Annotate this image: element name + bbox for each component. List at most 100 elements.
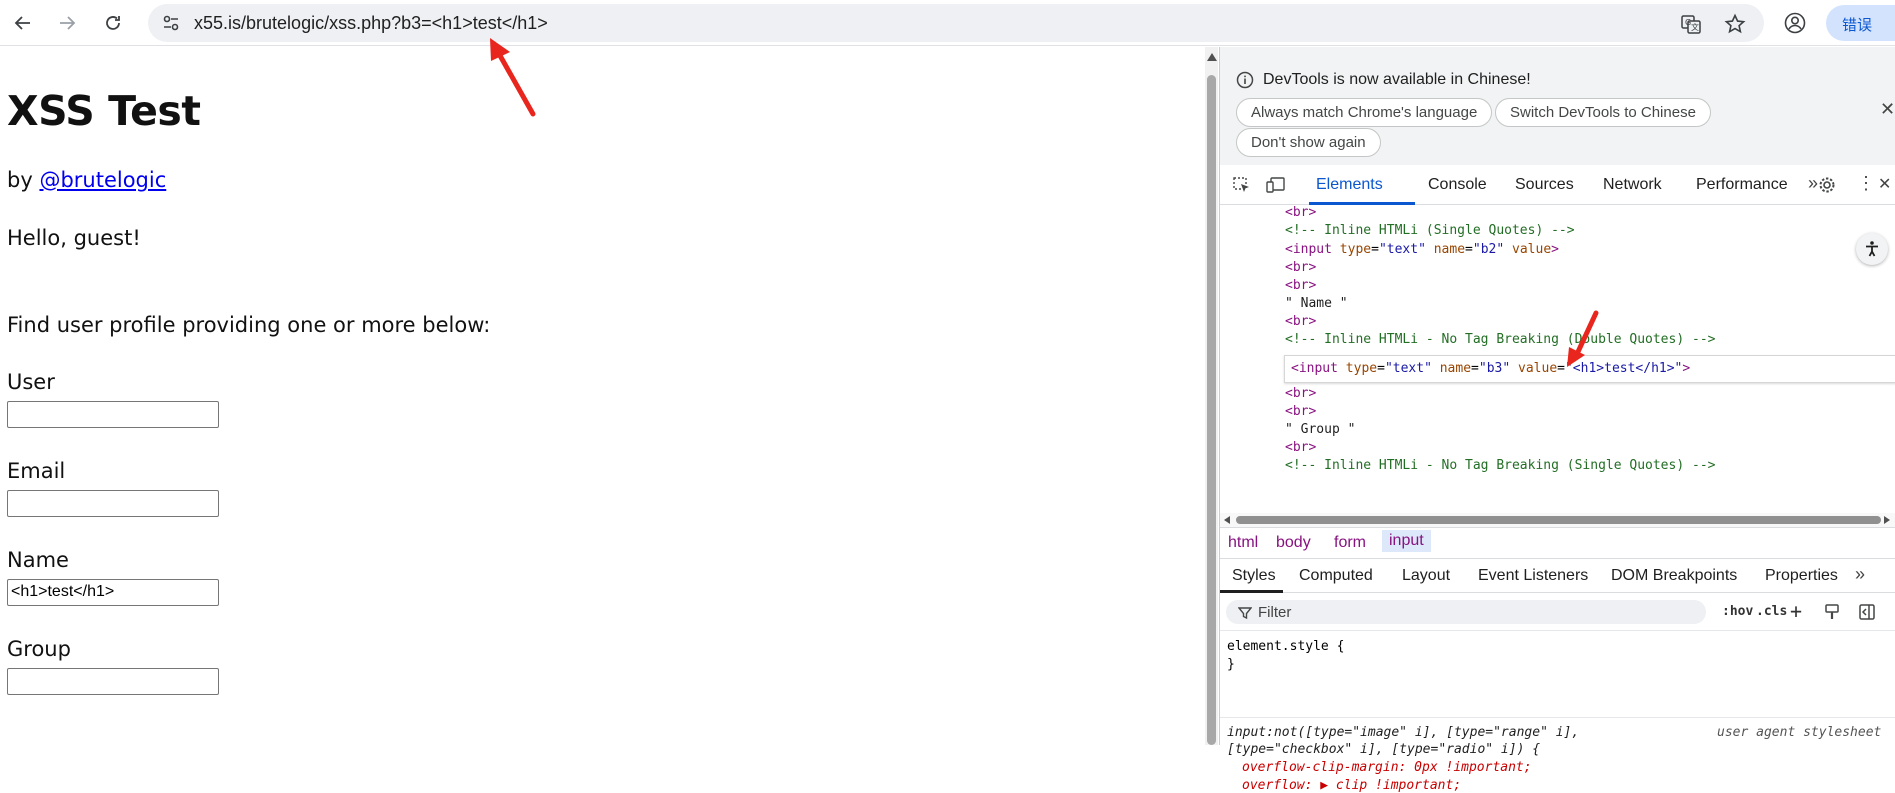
reload-icon (106, 16, 120, 30)
dom-horizontal-scrollbar[interactable] (1220, 513, 1895, 527)
more-panels-chevron-icon[interactable]: » (1855, 564, 1865, 585)
group-input[interactable] (7, 668, 219, 695)
ua-rule-selector-cont[interactable]: [type="checkbox" i], [type="radio" i]) { (1227, 742, 1540, 757)
error-button[interactable]: 错误 (1826, 5, 1895, 41)
site-info-icon[interactable] (162, 14, 180, 32)
more-options-icon[interactable]: ⋮ (1857, 173, 1875, 194)
annotation-arrow-url-icon (490, 38, 536, 117)
svg-text:文: 文 (1691, 22, 1699, 32)
instruction-text: Find user profile providing one or more … (7, 313, 491, 337)
dom-input-b2[interactable]: <input type="text" name="b2" value> (1285, 242, 1559, 257)
dom-tag-close: > (1682, 361, 1691, 376)
url-path: /brutelogic/xss.php?b3=<h1>test</h1> (241, 13, 548, 33)
dom-scroll-thumb[interactable] (1236, 516, 1881, 524)
breadcrumb-html[interactable]: html (1228, 534, 1258, 552)
device-toolbar-icon[interactable] (1266, 176, 1286, 194)
filter-input[interactable] (1226, 600, 1706, 624)
paint-brush-icon[interactable] (1823, 603, 1841, 621)
user-input[interactable] (7, 401, 219, 428)
dom-attr-name: name (1433, 242, 1466, 257)
new-style-rule-icon[interactable]: + (1790, 599, 1802, 623)
dom-br[interactable]: <br> (1285, 205, 1316, 220)
dom-tree: <br> <!-- Inline HTMLi (Single Quotes) -… (1220, 205, 1895, 513)
dom-br[interactable]: <br> (1285, 386, 1316, 401)
dom-br[interactable]: <br> (1285, 260, 1316, 275)
tab-layout[interactable]: Layout (1402, 567, 1450, 585)
match-language-button[interactable]: Always match Chrome's language (1236, 98, 1493, 127)
cls-toggle[interactable]: .cls (1756, 604, 1787, 619)
hov-toggle[interactable]: :hov (1722, 604, 1753, 619)
toggle-sidebar-icon[interactable] (1858, 603, 1876, 621)
dom-br[interactable]: <br> (1285, 278, 1316, 293)
dom-br[interactable]: <br> (1285, 404, 1316, 419)
tab-performance[interactable]: Performance (1696, 176, 1788, 194)
dom-text-node[interactable]: " Name " (1285, 296, 1348, 311)
url-text[interactable]: x55.is/brutelogic/xss.php?b3=<h1>test</h… (194, 13, 548, 34)
scroll-up-arrow-icon[interactable] (1207, 53, 1217, 61)
filter-placeholder: Filter (1258, 604, 1292, 621)
dom-comment[interactable]: <!-- Inline HTMLi - No Tag Breaking (Sin… (1285, 458, 1715, 473)
dom-comment[interactable]: <!-- Inline HTMLi - No Tag Breaking (Dou… (1285, 332, 1715, 347)
tab-dom-breakpoints[interactable]: DOM Breakpoints (1611, 567, 1737, 585)
scroll-right-arrow-icon[interactable] (1884, 516, 1890, 524)
dom-attr-value: value (1512, 242, 1552, 257)
dom-comment[interactable]: <!-- Inline HTMLi (Single Quotes) --> (1285, 223, 1575, 238)
scroll-left-arrow-icon[interactable] (1224, 516, 1230, 524)
tab-properties[interactable]: Properties (1765, 567, 1838, 585)
name-input[interactable]: <h1>test</h1> (7, 579, 219, 606)
page-viewport: XSS Test by @brutelogic Hello, guest! Fi… (0, 47, 1205, 745)
dom-attr-type: type (1345, 361, 1378, 376)
tab-styles[interactable]: Styles (1232, 567, 1276, 585)
breadcrumb-form[interactable]: form (1334, 534, 1366, 552)
tab-elements[interactable]: Elements (1316, 176, 1383, 194)
ua-prop-overflow-clip-margin[interactable]: overflow-clip-margin: 0px !important; (1242, 760, 1532, 775)
tab-event-listeners[interactable]: Event Listeners (1478, 567, 1588, 585)
breadcrumb-input[interactable]: input (1382, 530, 1431, 552)
breadcrumb: html body form input (1220, 527, 1895, 559)
user-agent-stylesheet-label: user agent stylesheet (1717, 725, 1882, 740)
accessibility-tree-button[interactable] (1856, 233, 1888, 265)
forward-button[interactable] (52, 8, 82, 38)
back-button[interactable] (8, 8, 38, 38)
close-infobar-icon[interactable]: ✕ (1880, 99, 1895, 120)
switch-to-chinese-button[interactable]: Switch DevTools to Chinese (1495, 98, 1711, 127)
styles-pane: element.style { } user agent stylesheet … (1220, 631, 1895, 793)
reload-button[interactable] (98, 8, 128, 38)
author-link[interactable]: @brutelogic (39, 168, 166, 192)
breadcrumb-body[interactable]: body (1276, 534, 1311, 552)
address-bar[interactable]: x55.is/brutelogic/xss.php?b3=<h1>test</h… (148, 4, 1764, 42)
dom-input-b3[interactable]: <input type="text" name="b3" value="<h1>… (1291, 361, 1690, 376)
group-label: Group (7, 637, 71, 661)
browser-toolbar: x55.is/brutelogic/xss.php?b3=<h1>test</h… (0, 0, 1895, 46)
page-scroll-thumb[interactable] (1207, 75, 1216, 745)
devtools-panel: DevTools is now available in Chinese! Al… (1219, 47, 1895, 793)
tab-console[interactable]: Console (1428, 176, 1487, 194)
email-input[interactable] (7, 490, 219, 517)
dom-tag-open: <input (1285, 242, 1332, 257)
dont-show-again-button[interactable]: Don't show again (1236, 128, 1381, 157)
profile-icon[interactable] (1784, 12, 1806, 34)
tab-computed[interactable]: Computed (1299, 567, 1373, 585)
element-style-rule[interactable]: element.style { (1227, 639, 1344, 654)
byline-prefix: by (7, 168, 40, 192)
dom-attr-name: name (1439, 361, 1472, 376)
dom-attr-value: value (1518, 361, 1558, 376)
bookmark-star-icon[interactable] (1724, 13, 1746, 35)
tab-sources[interactable]: Sources (1515, 176, 1574, 194)
dom-br[interactable]: <br> (1285, 440, 1316, 455)
arrow-left-icon (14, 16, 30, 30)
dom-text-node[interactable]: " Group " (1285, 422, 1355, 437)
inspect-element-icon[interactable] (1232, 176, 1252, 194)
tab-network[interactable]: Network (1603, 176, 1662, 194)
info-icon (1236, 71, 1254, 89)
accessibility-icon (1866, 241, 1878, 257)
dom-br[interactable]: <br> (1285, 314, 1316, 329)
annotation-arrow-devtools-icon (1567, 310, 1599, 367)
settings-gear-icon[interactable] (1817, 176, 1837, 194)
page-scrollbar[interactable] (1205, 47, 1218, 745)
close-devtools-icon[interactable]: ✕ (1878, 174, 1891, 194)
ua-rule-selector[interactable]: input:not([type="image" i], [type="range… (1227, 725, 1579, 740)
ua-prop-overflow[interactable]: overflow: ▶ clip !important; (1242, 778, 1461, 793)
dom-tag-close: > (1551, 242, 1559, 257)
translate-icon[interactable]: G 文 (1680, 13, 1702, 35)
